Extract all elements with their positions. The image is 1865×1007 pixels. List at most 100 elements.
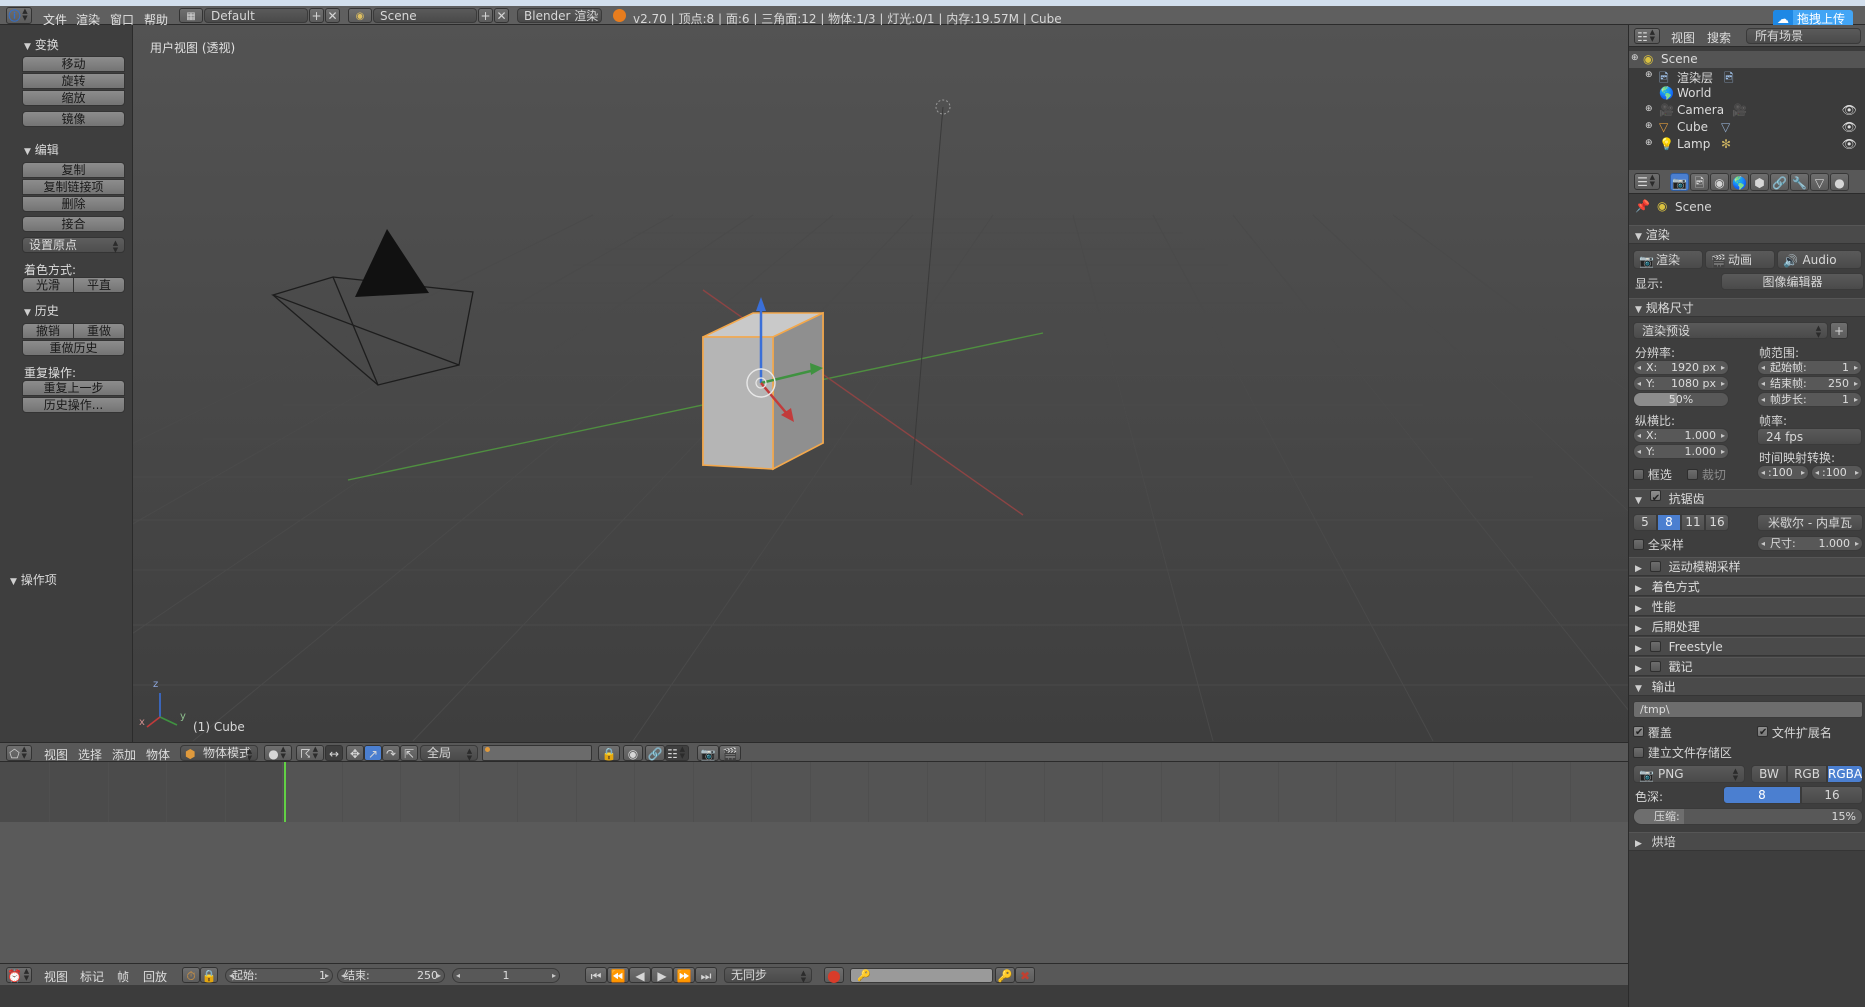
properties-tab-data[interactable]: ▽ [1810, 173, 1829, 191]
timeline-track-area[interactable] [0, 762, 1628, 822]
aa-size-field[interactable]: 尺寸: 1.000 [1757, 536, 1863, 551]
play-reverse-icon[interactable]: ◀ [629, 967, 651, 983]
frame-start-field[interactable]: 起始: 1 [225, 968, 333, 983]
mode-spinner[interactable]: ▲▼ [245, 748, 254, 762]
tool-button-move[interactable]: 移动 [22, 56, 125, 72]
viewport-shading-icon[interactable]: ●▲▼ [264, 745, 292, 761]
border-checkbox[interactable]: 框选 [1633, 466, 1672, 483]
properties-tab-render[interactable]: 📷 [1670, 173, 1689, 191]
aa-samples-16[interactable]: 16 [1705, 514, 1729, 531]
properties-tab-object[interactable]: ⬢ [1750, 173, 1769, 191]
time-remap-old-field[interactable]: :100 [1757, 465, 1809, 480]
scale-manipulator-icon[interactable]: ↷ [382, 745, 400, 761]
editor-type-spinner[interactable]: ▲▼ [22, 968, 31, 982]
delete-screen-layout-button[interactable]: ✕ [325, 8, 340, 23]
interaction-mode-select[interactable]: ⬢ 物体模式 ▲▼ [180, 745, 258, 761]
tool-button-rotate[interactable]: 旋转 [22, 73, 125, 89]
resolution-y-field[interactable]: Y: 1080 px [1633, 376, 1729, 391]
color-mode-rgba[interactable]: RGBA [1827, 765, 1863, 783]
motion-blur-checkbox[interactable] [1650, 561, 1661, 572]
tool-button-duplicate[interactable]: 复制 [22, 162, 125, 178]
visibility-eye-icon[interactable]: 👁 [1842, 103, 1857, 117]
pivot-spinner[interactable]: ▲▼ [311, 746, 320, 760]
properties-tab-material[interactable]: ● [1830, 173, 1849, 191]
render-image-button[interactable]: 📷 渲染 [1633, 250, 1703, 269]
shading-smooth-button[interactable]: 光滑 [22, 277, 74, 293]
resolution-percentage-slider[interactable]: 50% [1633, 392, 1729, 407]
editor-type-spinner[interactable]: ▲▼ [1648, 174, 1657, 188]
render-audio-button[interactable]: 🔊 Audio [1777, 250, 1862, 269]
panel-header-history[interactable]: ▼ 历史 [24, 302, 59, 319]
visibility-eye-icon[interactable]: 👁 [1842, 137, 1857, 151]
pin-icon[interactable]: 📌 [1635, 199, 1650, 213]
screen-layout-icon[interactable]: ▦ [179, 8, 203, 23]
stamp-checkbox[interactable] [1650, 661, 1661, 672]
proportional-edit-icon[interactable]: ◉ [623, 745, 643, 761]
jump-end-icon[interactable]: ⏭ [695, 967, 717, 983]
tool-button-join[interactable]: 接合 [22, 216, 125, 232]
properties-editor[interactable]: ☰▲▼ 📷 🖻 ◉ 🌎 ⬢ 🔗 🔧 ▽ ● 📌 ◉ Scene ▼ 渲染 📷 渲… [1628, 170, 1865, 1007]
orientation-spinner[interactable]: ▲▼ [465, 748, 474, 762]
panel-header-operator[interactable]: ▼ 操作项 [10, 571, 57, 588]
editor-type-info-icon[interactable]: ⓘ▲▼ [6, 7, 32, 24]
panel-header-transform[interactable]: ▼ 变换 [24, 36, 59, 53]
pivot-point-icon[interactable]: ☈▲▼ [296, 745, 324, 761]
record-icon[interactable]: ⬤ [824, 967, 844, 983]
visibility-eye-icon[interactable]: 👁 [1842, 120, 1857, 134]
expand-triangle-icon[interactable]: ⊕ [1645, 104, 1653, 114]
freestyle-checkbox[interactable] [1650, 641, 1661, 652]
color-depth-8[interactable]: 8 [1723, 786, 1801, 804]
scene-browse-icon[interactable]: ◉ [348, 8, 372, 23]
next-keyframe-icon[interactable]: ⏩ [673, 967, 695, 983]
output-format-select[interactable]: 📷 PNG ▲▼ [1633, 765, 1745, 783]
format-spinner[interactable]: ▲▼ [1731, 768, 1740, 782]
repeat-last-button[interactable]: 重复上一步 [22, 380, 125, 396]
jump-start-icon[interactable]: ⏮ [585, 967, 607, 983]
antialiasing-checkbox[interactable] [1650, 490, 1661, 501]
outliner-menu-view[interactable]: 视图 [1671, 29, 1695, 46]
sync-mode-select[interactable]: 无同步 ▲▼ [724, 967, 812, 983]
panel-header-performance[interactable]: ▶ 性能 [1629, 597, 1865, 616]
lock-timeline-icon[interactable]: 🔒 [200, 967, 218, 983]
placeholder-checkbox[interactable]: 建立文件存储区 [1633, 744, 1732, 761]
outliner-row-cube[interactable]: ⊕ ▽ Cube ▽ 👁 [1629, 119, 1865, 136]
aa-samples-5[interactable]: 5 [1633, 514, 1657, 531]
lamp-data-icon[interactable]: ✻ [1721, 137, 1731, 151]
timeline-menu-marker[interactable]: 标记 [80, 968, 104, 985]
panel-header-stamp[interactable]: ▶ 戳记 [1629, 657, 1865, 676]
render-animation-icon[interactable]: 🎬 [719, 745, 741, 761]
snap-magnet-icon[interactable]: 🔗 [645, 745, 665, 761]
shading-spinner[interactable]: ▲▼ [279, 746, 288, 760]
delete-keyframe-icon[interactable]: ✖ [1015, 967, 1035, 983]
color-depth-16[interactable]: 16 [1801, 786, 1863, 804]
sync-spinner[interactable]: ▲▼ [799, 970, 808, 984]
expand-triangle-icon[interactable]: ⊕ [1631, 53, 1639, 63]
render-display-select[interactable]: 图像编辑器 [1721, 273, 1864, 290]
render-image-icon[interactable]: 📷 [697, 745, 719, 761]
tool-button-mirror[interactable]: 镜像 [22, 111, 125, 127]
editor-type-timeline-icon[interactable]: ⏰▲▼ [6, 967, 32, 983]
timeline-editor[interactable]: -40-30-20-100102030405060708090100110120… [0, 762, 1628, 985]
auto-keyframe-icon[interactable]: ⏱ [182, 967, 200, 983]
outliner-menu-search[interactable]: 搜索 [1707, 29, 1731, 46]
properties-tab-world[interactable]: 🌎 [1730, 173, 1749, 191]
manipulator-extra-icon[interactable]: ⇱ [400, 745, 418, 761]
keying-set-field[interactable]: 🔑 [850, 968, 993, 983]
aspect-y-field[interactable]: Y: 1.000 [1633, 444, 1729, 459]
properties-tab-constraint[interactable]: 🔗 [1770, 173, 1789, 191]
snap-spinner[interactable]: ▲▼ [678, 746, 687, 760]
outliner-display-mode-select[interactable]: 所有场景 [1746, 28, 1861, 44]
history-undo-button[interactable]: 撤销 [22, 323, 74, 339]
translate-manipulator-icon[interactable]: ✥ [346, 745, 364, 761]
play-icon[interactable]: ▶ [651, 967, 673, 983]
frame-step-field[interactable]: 帧步长: 1 [1757, 392, 1862, 407]
set-origin-spinner[interactable]: ▲▼ [111, 240, 120, 254]
history-operations-button[interactable]: 历史操作... [22, 397, 125, 413]
expand-triangle-icon[interactable]: ⊕ [1645, 138, 1653, 148]
color-mode-bw[interactable]: BW [1751, 765, 1787, 783]
editor-type-spinner[interactable]: ▲▼ [1648, 29, 1657, 43]
history-redo-history-button[interactable]: 重做历史 [22, 340, 125, 356]
history-redo-button[interactable]: 重做 [73, 323, 125, 339]
rotate-manipulator-icon[interactable]: ↗ [364, 745, 382, 761]
current-frame-field[interactable]: 1 [452, 968, 560, 983]
